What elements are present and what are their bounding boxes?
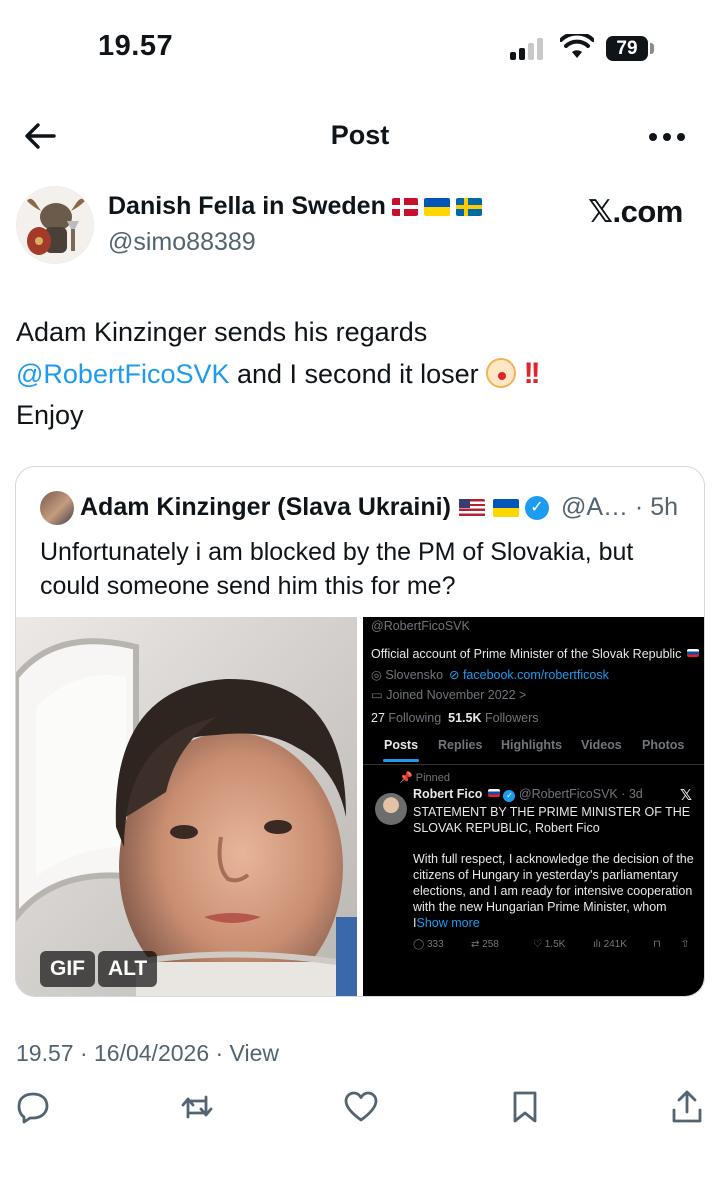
denmark-flag-icon — [391, 197, 418, 216]
sx-location: Slovensko — [385, 668, 444, 682]
sweden-flag-icon — [455, 197, 482, 216]
viking-avatar-image — [17, 187, 93, 263]
quoted-author-row: Adam Kinzinger (Slava Ukraini) ✓ @A… · 5… — [80, 493, 678, 522]
sx-post-body2: citizens of Hungary in yesterday's parli… — [413, 868, 679, 882]
slovakia-flag-icon — [686, 649, 699, 657]
author-handle[interactable]: @simo88389 — [108, 228, 256, 257]
author-avatar[interactable] — [16, 186, 94, 264]
source-watermark: 𝕏.com — [588, 194, 683, 229]
ukraine-flag-icon — [492, 498, 519, 517]
wifi-icon — [560, 34, 594, 58]
sx-bio: Official account of Prime Minister of th… — [371, 647, 699, 661]
sx-bookmark-icon: ⊓ — [653, 939, 661, 950]
sx-like-stat: ♡ 1.5K — [533, 939, 566, 950]
sx-replies: 333 — [426, 939, 444, 950]
sx-active-tab-indicator — [383, 759, 419, 762]
sx-post-avatar — [375, 793, 407, 825]
cellular-signal-icon — [510, 38, 548, 60]
sx-followers-count: 51.5K — [448, 711, 482, 725]
sx-following-count: 27 — [371, 711, 385, 725]
sx-post-body5: IShow more — [413, 916, 480, 930]
author-name[interactable]: Danish Fella in Sweden — [108, 192, 482, 221]
bookmark-icon[interactable] — [508, 1090, 542, 1124]
battery-icon: 79 — [606, 36, 648, 61]
share-icon[interactable] — [670, 1090, 704, 1124]
tweet-line-2: and I second it loser — [229, 359, 487, 389]
battery-level: 79 — [616, 38, 638, 59]
child-gif-image — [16, 617, 357, 996]
sx-handle: @RobertFicoSVK — [371, 619, 470, 633]
repost-icon[interactable] — [180, 1090, 214, 1124]
double-exclamation-emoji-icon: !! — [523, 357, 541, 390]
sx-tab-posts[interactable]: Posts — [384, 738, 418, 752]
gif-badge: GIF — [40, 951, 95, 987]
post-timestamp[interactable]: 19.57 · 16/04/2026 · View — [16, 1040, 279, 1067]
gif-media[interactable]: GIF ALT — [16, 617, 357, 996]
mention-link[interactable]: @RobertFicoSVK — [16, 359, 229, 389]
page-title: Post — [330, 120, 390, 150]
quoted-post-meta: @A… · 5h — [560, 493, 679, 521]
sx-view-stat: ılı 241K — [593, 939, 627, 950]
clown-emoji-icon — [486, 358, 517, 388]
sx-post-body3: elections, and I am ready for intensive … — [413, 884, 693, 898]
sx-bio-text: Official account of Prime Minister of th… — [371, 647, 682, 661]
sx-following-label: Following — [388, 711, 442, 725]
sx-post-author-text: Robert Fico — [413, 787, 483, 801]
sx-likes: 1.5K — [544, 939, 566, 950]
ukraine-flag-icon — [423, 197, 450, 216]
status-time: 19.57 — [98, 30, 174, 62]
battery-tip — [650, 43, 654, 54]
action-bar — [0, 1090, 720, 1130]
sx-verified-icon: ✓ — [503, 790, 516, 802]
tweet-line-1: Adam Kinzinger sends his regards — [16, 317, 428, 347]
sx-followers-label: Followers — [485, 711, 539, 725]
sx-post-meta: @RobertFicoSVK · 3d — [518, 787, 643, 801]
sx-pinned-text: Pinned — [415, 772, 451, 784]
sx-show-more[interactable]: Show more — [416, 916, 479, 930]
quoted-author-name[interactable]: Adam Kinzinger (Slava Ukraini) — [80, 493, 451, 522]
sx-tab-highlights[interactable]: Highlights — [501, 738, 562, 752]
sx-joined-text: Joined November 2022 > — [386, 688, 527, 702]
sx-post-author: Robert Fico ✓ @RobertFicoSVK · 3d — [413, 787, 643, 802]
sx-reply-stat: ◯ 333 — [413, 939, 444, 950]
sx-views: 241K — [603, 939, 627, 950]
heart-icon[interactable] — [344, 1090, 378, 1124]
sx-website-text: facebook.com/robertficosk — [462, 668, 609, 682]
sx-post-line2: SLOVAK REPUBLIC, Robert Fico — [413, 821, 600, 835]
tweet-line-3: Enjoy — [16, 400, 84, 430]
sx-repost-stat: ⇄ 258 — [471, 939, 499, 950]
sx-joined: ▭ Joined November 2022 > — [371, 688, 527, 702]
slovakia-flag-icon — [487, 789, 500, 797]
sx-follow-counts: 27 Following 51.5K Followers — [371, 711, 539, 725]
sx-post-body1: With full respect, I acknowledge the dec… — [413, 852, 694, 866]
sx-tab-photos[interactable]: Photos — [642, 738, 684, 752]
sx-divider — [363, 764, 704, 765]
verified-badge-icon: ✓ — [524, 495, 549, 520]
quoted-post-card[interactable]: Adam Kinzinger (Slava Ukraini) ✓ @A… · 5… — [15, 466, 705, 997]
more-horizontal-icon[interactable] — [648, 132, 686, 142]
sx-location-row: ◎ Slovensko — [371, 668, 444, 682]
sx-share-icon: ⇧ — [681, 939, 690, 950]
sx-tab-replies[interactable]: Replies — [438, 738, 482, 752]
tweet-text: Adam Kinzinger sends his regards @Robert… — [16, 312, 696, 436]
sx-tab-videos[interactable]: Videos — [581, 738, 622, 752]
profile-screenshot-media[interactable]: @RobertFicoSVK Official account of Prime… — [363, 617, 704, 996]
sx-reposts: 258 — [482, 939, 499, 950]
sx-x-logo-icon: 𝕏 — [680, 787, 693, 804]
sx-post-line1: STATEMENT BY THE PRIME MINISTER OF THE — [413, 805, 691, 819]
alt-badge[interactable]: ALT — [98, 951, 158, 987]
sx-website[interactable]: ⊘ facebook.com/robertficosk — [449, 667, 609, 682]
us-flag-icon — [458, 498, 485, 517]
quoted-author-avatar[interactable] — [40, 491, 74, 525]
quoted-post-text: Unfortunately i am blocked by the PM of … — [40, 538, 634, 600]
sx-pinned: 📌 Pinned — [399, 772, 451, 784]
sx-post-body4: with the new Hungarian Prime Minister, w… — [413, 900, 667, 914]
reply-icon[interactable] — [16, 1090, 50, 1124]
author-name-text: Danish Fella in Sweden — [108, 192, 386, 220]
